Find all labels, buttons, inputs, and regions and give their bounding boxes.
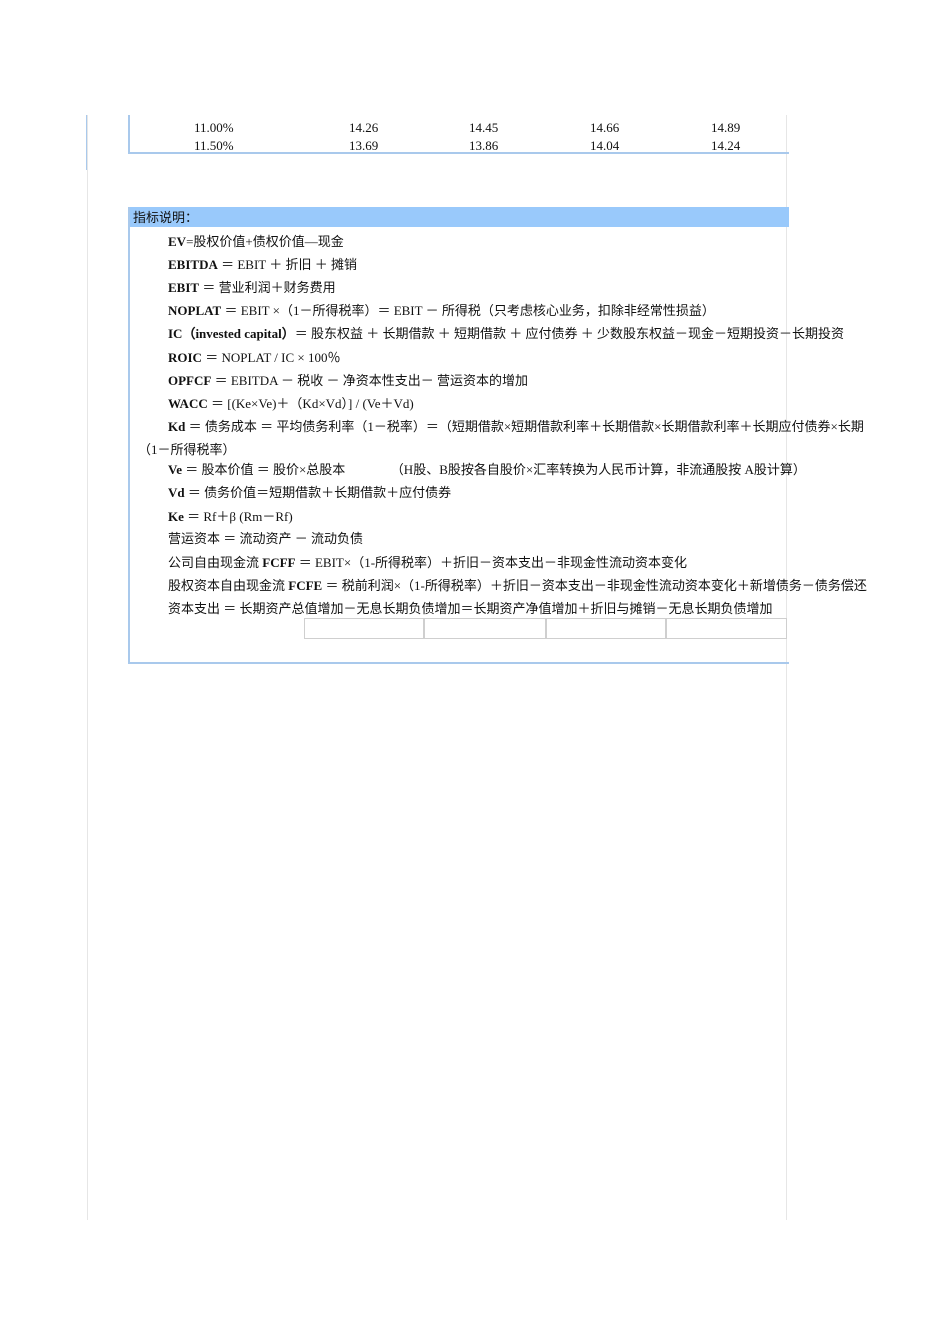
table-row: 11.00% 14.26 14.45 14.66 14.89: [130, 120, 789, 138]
formula-term: Ve: [168, 462, 182, 477]
formula-definition: ＝ 营业利润＋财务费用: [199, 280, 336, 295]
empty-cell: [666, 618, 787, 639]
formula-line: 股权资本自由现金流 FCFE ＝ 税前利润×（1-所得税率）＋折旧－资本支出－非…: [168, 575, 867, 594]
formula-definition: ＝ EBIT×（1-所得税率）＋折旧－资本支出－非现金性流动资本变化: [295, 555, 688, 570]
formula-term: NOPLAT: [168, 303, 222, 318]
formula-prefix: 股权资本自由现金流: [168, 578, 289, 593]
formula-definition: =股权价值+债权价值—现金: [186, 234, 344, 249]
formula-line: WACC ＝ [(Ke×Ve)＋（Kd×Vd）] / (Ve＋Vd): [168, 393, 414, 412]
formula-term: Vd: [168, 485, 185, 500]
formula-definition: ＝ [(Ke×Ve)＋（Kd×Vd）] / (Ve＋Vd): [207, 396, 414, 411]
formula-definition: ＝ NOPLAT / IC × 100％: [201, 350, 341, 365]
formula-definition: 资本支出 ＝ 长期资产总值增加－无息长期负债增加＝长期资产净值增加＋折旧与摊销－…: [168, 601, 773, 616]
formula-line: Vd ＝ 债务价值＝短期借款＋长期借款＋应付债券: [168, 482, 451, 501]
page-left-border: [87, 115, 88, 1220]
formula-line: 资本支出 ＝ 长期资产总值增加－无息长期负债增加＝长期资产净值增加＋折旧与摊销－…: [168, 598, 773, 617]
rate-cell: 11.50%: [194, 138, 234, 151]
formula-definition: ＝ 债务成本 ＝ 平均债务利率（1－税率）＝（短期借款×短期借款利率＋长期借款×…: [185, 419, 864, 434]
formula-definition: ＝ EBITDA － 税收 － 净资本性支出－ 营运资本的增加: [211, 373, 529, 388]
formula-line: IC（invested capital）＝ 股东权益 ＋ 长期借款 ＋ 短期借款…: [168, 323, 844, 342]
formula-term: IC（invested capital）: [168, 326, 295, 341]
value-cell: 14.45: [469, 120, 499, 135]
formula-line: ROIC ＝ NOPLAT / IC × 100％: [168, 347, 341, 366]
formula-definition: ＝ 股本价值 ＝ 股价×总股本 （H股、B股按各自股价×汇率转换为人民币计算，非…: [181, 462, 806, 477]
formula-line: Kd ＝ 债务成本 ＝ 平均债务利率（1－税率）＝（短期借款×短期借款利率＋长期…: [168, 416, 864, 435]
formula-definition: 营运资本 ＝ 流动资产 － 流动负债: [168, 531, 364, 546]
sensitivity-table: 11.00% 14.26 14.45 14.66 14.89 11.50% 13…: [128, 115, 789, 154]
formula-prefix: 公司自由现金流: [168, 555, 263, 570]
formula-line: 营运资本 ＝ 流动资产 － 流动负债: [168, 528, 363, 547]
value-cell: 13.69: [349, 138, 379, 151]
value-cell: 14.89: [711, 120, 741, 135]
formula-term: FCFE: [288, 578, 323, 593]
formula-term: ROIC: [168, 350, 202, 365]
formula-definition: ＝ 税前利润×（1-所得税率）＋折旧－资本支出－非现金性流动资本变化＋新增债务－…: [322, 578, 867, 593]
formula-term: EBITDA: [168, 257, 218, 272]
formula-definition: ＝ 股东权益 ＋ 长期借款 ＋ 短期借款 ＋ 应付债券 ＋ 少数股东权益－现金－…: [294, 326, 845, 341]
formula-line: NOPLAT ＝ EBIT ×（1－所得税率）＝ EBIT － 所得税（只考虑核…: [168, 300, 715, 319]
formula-line: Ve ＝ 股本价值 ＝ 股价×总股本 （H股、B股按各自股价×汇率转换为人民币计…: [168, 459, 806, 478]
rate-cell: 11.00%: [194, 120, 234, 135]
empty-cell: [546, 618, 666, 639]
value-cell: 14.04: [590, 138, 620, 151]
kd-continuation: （1－所得税率）: [138, 442, 236, 457]
value-cell: 14.24: [711, 138, 741, 151]
formula-term: WACC: [168, 396, 208, 411]
formula-line: 公司自由现金流 FCFF ＝ EBIT×（1-所得税率）＋折旧－资本支出－非现金…: [168, 552, 687, 571]
notes-header: 指标说明：: [130, 207, 789, 227]
empty-cell: [304, 618, 424, 639]
formula-term: EV: [168, 234, 187, 249]
empty-cell: [424, 618, 546, 639]
formula-term: OPFCF: [168, 373, 212, 388]
value-cell: 13.86: [469, 138, 499, 151]
formula-line: EBITDA ＝ EBIT ＋ 折旧 ＋ 摊销: [168, 254, 357, 273]
formula-term: Ke: [168, 509, 184, 524]
formula-line: EBIT ＝ 营业利润＋财务费用: [168, 277, 336, 296]
formula-definition: ＝ EBIT ×（1－所得税率）＝ EBIT － 所得税（只考虑核心业务，扣除非…: [221, 303, 715, 318]
formula-term: FCFF: [262, 555, 296, 570]
formula-definition: ＝ EBIT ＋ 折旧 ＋ 摊销: [217, 257, 358, 272]
formula-line: Ke ＝ Rf＋β (Rm－Rf): [168, 506, 293, 525]
formula-line: OPFCF ＝ EBITDA － 税收 － 净资本性支出－ 营运资本的增加: [168, 370, 528, 389]
indicator-notes: 指标说明： EV=股权价值+债权价值—现金 EBITDA ＝ EBIT ＋ 折旧 …: [128, 207, 867, 664]
formula-line: EV=股权价值+债权价值—现金: [168, 231, 344, 250]
formula-definition: ＝ Rf＋β (Rm－Rf): [183, 509, 293, 524]
formula-term: Kd: [168, 419, 186, 434]
value-cell: 14.66: [590, 120, 620, 135]
formula-term: EBIT: [168, 280, 200, 295]
value-cell: 14.26: [349, 120, 379, 135]
page-left-accent: [86, 115, 87, 170]
table-row: 11.50% 13.69 13.86 14.04 14.24: [130, 138, 789, 151]
formula-definition: ＝ 债务价值＝短期借款＋长期借款＋应付债券: [184, 485, 452, 500]
